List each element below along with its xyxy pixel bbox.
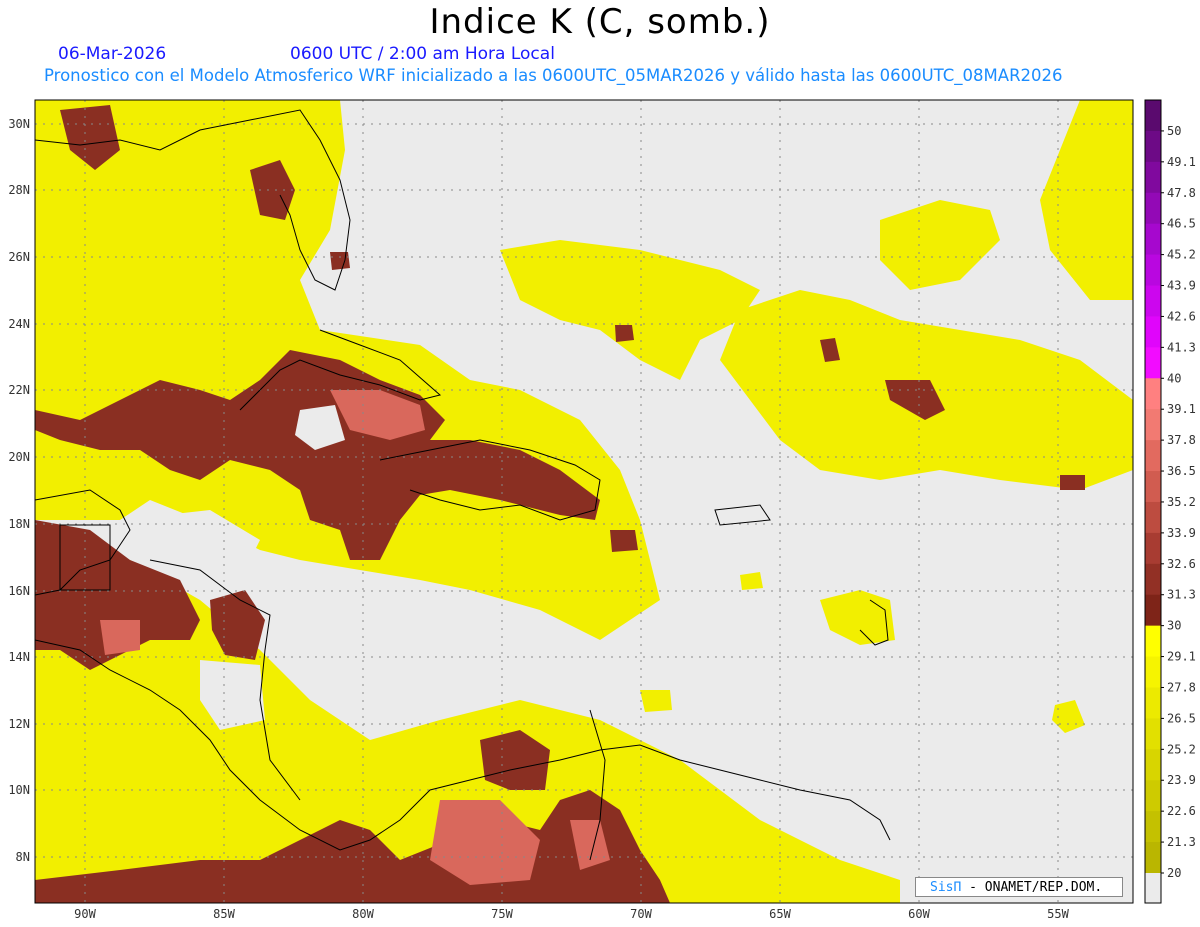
colorbar-label: 49.1 [1167,155,1196,169]
colorbar-swatch [1145,161,1161,194]
colorbar-label: 35.2 [1167,495,1196,509]
colorbar-swatch [1145,409,1161,441]
sispi-logo: SisΠ [930,880,962,895]
colorbar-label: 32.6 [1167,557,1196,571]
colorbar-swatch [1145,594,1161,627]
lat-label: 24N [8,317,30,331]
colorbar-swatch [1145,873,1161,903]
lat-label: 16N [8,584,30,598]
colorbar-label: 20 [1167,866,1181,880]
colorbar-label: 43.9 [1167,279,1196,293]
colorbar-swatch [1145,625,1161,658]
lon-label: 70W [630,907,652,921]
colorbar-label: 31.3 [1167,588,1196,602]
credit-box: SisΠ - ONAMET/REP.DOM. [915,877,1123,897]
colorbar-swatch [1145,718,1161,750]
colorbar-label: 27.8 [1167,680,1196,694]
colorbar-swatch [1145,378,1161,410]
lat-label: 22N [8,383,30,397]
colorbar-swatch [1145,192,1161,225]
lat-label: 26N [8,250,30,264]
colorbar-label: 29.1 [1167,650,1196,664]
colorbar-label: 22.6 [1167,804,1196,818]
colorbar-swatch [1145,130,1161,163]
lon-label: 65W [769,907,791,921]
colorbar-label: 41.3 [1167,340,1196,354]
lon-label: 55W [1047,907,1069,921]
k-index-map: 90W 85W 80W 75W 70W 65W 60W 55W 30N 28N … [8,99,1196,921]
colorbar-swatch [1145,656,1161,688]
lat-label: 14N [8,650,30,664]
lon-label: 85W [213,907,235,921]
colorbar-label: 36.5 [1167,464,1196,478]
colorbar-label: 33.9 [1167,526,1196,540]
lon-label: 60W [908,907,930,921]
colorbar-swatch [1145,347,1161,379]
colorbar-label: 50 [1167,124,1181,138]
lat-label: 20N [8,450,30,464]
colorbar-label: 46.5 [1167,217,1196,231]
lon-label: 75W [491,907,513,921]
colorbar-label: 37.8 [1167,433,1196,447]
colorbar-swatch [1145,811,1161,843]
colorbar-label: 23.9 [1167,773,1196,787]
colorbar-swatch [1145,780,1161,812]
colorbar-swatch [1145,471,1161,503]
colorbar-swatch [1145,501,1161,534]
colorbar-label: 47.8 [1167,186,1196,200]
colorbar-swatch [1145,749,1161,781]
colorbar: 50 49.1 47.8 46.5 45.2 43.9 42.6 41.3 40 39.1 37.8… [1144,99,1196,904]
lat-label: 10N [8,783,30,797]
colorbar-swatch [1145,687,1161,719]
colorbar-swatch [1145,223,1161,256]
lat-label: 30N [8,117,30,131]
colorbar-swatch [1145,316,1161,348]
lat-label: 12N [8,717,30,731]
colorbar-swatch [1145,100,1161,132]
longitude-labels: 90W 85W 80W 75W 70W 65W 60W 55W [74,907,1069,921]
colorbar-label: 42.6 [1167,309,1196,323]
colorbar-label: 25.2 [1167,742,1196,756]
colorbar-swatch [1145,254,1161,287]
lat-label: 8N [16,850,30,864]
colorbar-swatch [1145,285,1161,317]
colorbar-label: 40 [1167,371,1181,385]
colorbar-label: 30 [1167,619,1181,633]
lat-label: 18N [8,517,30,531]
colorbar-label: 21.3 [1167,835,1196,849]
colorbar-swatch [1145,532,1161,565]
colorbar-swatch [1145,440,1161,472]
colorbar-label: 45.2 [1167,248,1196,262]
lon-label: 90W [74,907,96,921]
credit-text: - ONAMET/REP.DOM. [961,880,1103,895]
lat-label: 28N [8,183,30,197]
colorbar-swatch [1145,842,1161,874]
lon-label: 80W [352,907,374,921]
colorbar-swatch [1145,563,1161,596]
colorbar-label: 39.1 [1167,402,1196,416]
latitude-labels: 30N 28N 26N 24N 22N 20N 18N 16N 14N 12N … [8,117,30,864]
colorbar-label: 26.5 [1167,711,1196,725]
